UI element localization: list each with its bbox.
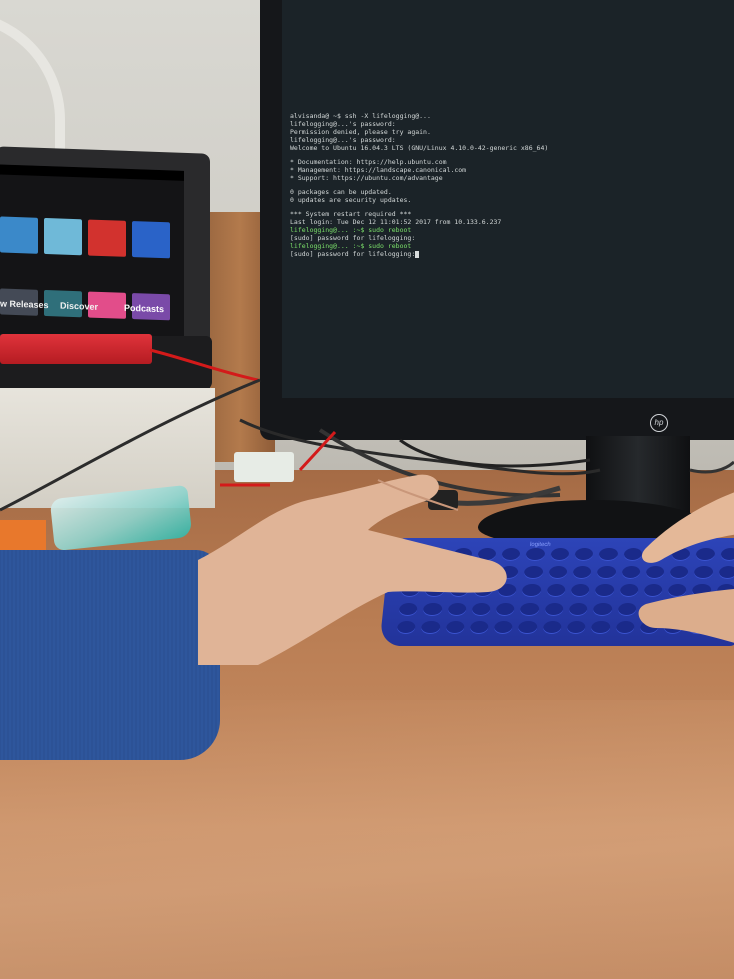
keyboard-key <box>594 584 615 598</box>
keyboard-key <box>548 566 568 580</box>
keyboard-key <box>549 548 570 561</box>
keyboard-key <box>574 548 594 561</box>
orange-object <box>0 520 46 552</box>
keyboard-key <box>544 602 564 616</box>
keyboard-key <box>518 620 538 634</box>
keyboard-key <box>525 548 546 561</box>
keyboard-key <box>521 584 542 598</box>
blue-sleeve <box>0 550 220 760</box>
keyboard-key <box>542 620 562 634</box>
photo-scene: w Releases Discover Podcasts alvisanda@ … <box>0 0 734 979</box>
keyboard-key <box>572 566 592 580</box>
keyboard-key <box>617 602 637 616</box>
keyboard-key <box>590 620 611 634</box>
keyboard-key <box>598 548 619 561</box>
left-hand <box>198 474 507 665</box>
right-hand <box>638 492 734 643</box>
keyboard-key <box>615 620 635 634</box>
keyboard-key <box>519 602 540 616</box>
keyboard-key <box>566 620 587 634</box>
keyboard-key <box>546 584 566 598</box>
keyboard-key <box>596 566 617 580</box>
keyboard-key <box>592 602 613 616</box>
keyboard-key <box>568 602 589 616</box>
keyboard-key <box>570 584 591 598</box>
keyboard-key <box>523 566 544 580</box>
